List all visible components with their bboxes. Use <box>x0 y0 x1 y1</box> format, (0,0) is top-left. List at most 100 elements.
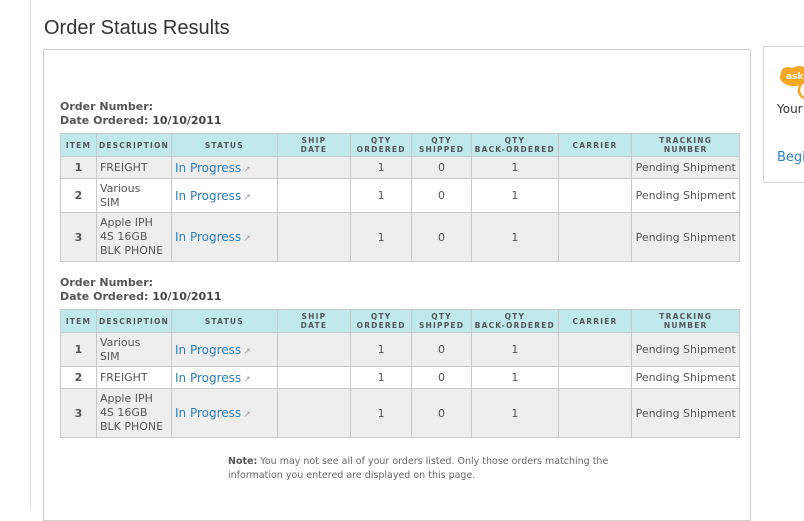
ask-sidebar-box: ask Your Begi <box>763 46 804 183</box>
qty-ordered: 1 <box>350 178 413 213</box>
description-line: SIM <box>99 195 120 209</box>
column-header-text: ITEM <box>65 316 92 326</box>
column-header-carrier: CARRIER <box>557 309 633 333</box>
item-description: FREIGHT <box>95 156 173 179</box>
column-header-text: DESCRIPTION <box>98 316 170 326</box>
qty-shipped: 0 <box>411 178 472 213</box>
column-header-text: SHIPPED <box>418 145 465 154</box>
date-ordered-label: Date Ordered: <box>60 290 149 303</box>
column-header-qty-shipped: QTY SHIPPED <box>411 133 472 157</box>
status-cell: In Progress ↗ <box>171 156 278 179</box>
external-link-icon: ↗ <box>243 346 251 357</box>
note-body: You may not see all of your orders liste… <box>228 456 609 481</box>
column-header-description: DESCRIPTION <box>95 309 173 333</box>
table-row: 1 FREIGHT In Progress ↗ 1 0 1 Pending Shipment <box>60 156 740 179</box>
description-line: SIM <box>99 349 120 363</box>
description-line: Apple IPH <box>99 216 153 229</box>
column-header-text: NUMBER <box>663 145 708 154</box>
qty-shipped: 0 <box>411 366 472 389</box>
column-header-text: TRACKING <box>659 312 713 321</box>
column-header-status: STATUS <box>171 309 278 333</box>
item-number: 3 <box>60 388 97 438</box>
table-row: 3 Apple IPH 4S 16GB BLK PHONE In Progress ↗ 1 0… <box>60 388 740 438</box>
item-description: Various SIM <box>95 332 173 367</box>
item-description: Apple IPH 4S 16GB BLK PHONE <box>95 212 173 262</box>
column-header-text: QTY <box>504 312 526 321</box>
description-line: BLK PHONE <box>99 420 164 433</box>
carrier <box>557 332 633 367</box>
qty-ordered: 1 <box>350 388 413 438</box>
external-link-icon: ↗ <box>243 410 251 420</box>
qty-back-ordered: 1 <box>471 332 559 367</box>
status-link[interactable]: In Progress <box>175 343 241 357</box>
item-number: 3 <box>60 212 97 262</box>
page-title: Order Status Results <box>44 17 230 39</box>
status-link[interactable]: In Progress <box>175 406 241 420</box>
column-header-text: STATUS <box>204 316 244 326</box>
item-number: 2 <box>60 366 97 389</box>
column-header-qty-back-ordered: QTY BACK-ORDERED <box>471 309 559 333</box>
order-block: Order Number: Date Ordered: 10/10/2011 ITE… <box>60 276 740 438</box>
description-line: FREIGHT <box>99 370 148 384</box>
column-header-text: SHIPPED <box>418 321 465 330</box>
table-row: 2 FREIGHT In Progress ↗ 1 0 1 Pending Shipment <box>60 366 740 389</box>
order-number-line: Order Number: <box>60 276 740 290</box>
status-cell: In Progress ↗ <box>171 332 278 367</box>
tracking-number: Pending Shipment <box>631 388 740 438</box>
carrier <box>557 388 633 438</box>
ship-date <box>276 212 352 262</box>
status-link[interactable]: In Progress <box>175 371 241 385</box>
status-link[interactable]: In Progress <box>175 161 241 175</box>
column-header-text: DATE <box>300 321 328 330</box>
carrier <box>557 366 633 389</box>
table-row: 3 Apple IPH 4S 16GB BLK PHONE In Progress ↗ 1 0… <box>60 212 740 262</box>
table-row: 1 Various SIM In Progress ↗ 1 0 1 Pending Shipme… <box>60 332 740 367</box>
order-meta: Order Number: Date Ordered: 10/10/2011 <box>60 276 740 304</box>
column-header-ship-date: SHIP DATE <box>276 133 352 157</box>
column-header-text: ITEM <box>65 140 92 150</box>
order-meta: Order Number: Date Ordered: 10/10/2011 <box>60 100 740 128</box>
column-header-qty-shipped: QTY SHIPPED <box>411 309 472 333</box>
tracking-number: Pending Shipment <box>631 178 740 213</box>
column-header-text: NUMBER <box>663 321 708 330</box>
order-number-line: Order Number: <box>60 100 740 114</box>
column-header-qty-ordered: QTY ORDERED <box>350 309 413 333</box>
qty-ordered: 1 <box>350 156 413 179</box>
note-label: Note: <box>228 456 258 467</box>
date-ordered-value: 10/10/2011 <box>152 290 222 303</box>
item-number: 1 <box>60 156 97 179</box>
column-header-text: BACK-ORDERED <box>474 145 555 154</box>
note-text: Note: You may not see all of your orders… <box>228 455 628 483</box>
qty-shipped: 0 <box>411 156 472 179</box>
qty-back-ordered: 1 <box>471 212 559 262</box>
date-ordered-value: 10/10/2011 <box>152 114 222 127</box>
date-ordered-line: Date Ordered: 10/10/2011 <box>60 290 740 304</box>
status-link[interactable]: In Progress <box>175 189 241 203</box>
order-number-label: Order Number: <box>60 276 154 289</box>
ship-date <box>276 156 352 179</box>
ask-arc-icon <box>797 80 804 100</box>
tracking-number: Pending Shipment <box>631 156 740 179</box>
ship-date <box>276 332 352 367</box>
external-link-icon: ↗ <box>243 234 251 244</box>
carrier <box>557 212 633 262</box>
column-header-tracking-number: TRACKING NUMBER <box>631 133 740 157</box>
item-description: Apple IPH 4S 16GB BLK PHONE <box>95 388 173 438</box>
column-header-text: TRACKING <box>659 136 713 145</box>
qty-shipped: 0 <box>411 332 472 367</box>
column-header-text: QTY <box>370 312 392 321</box>
qty-back-ordered: 1 <box>471 388 559 438</box>
ask-sidebar-link[interactable]: Begi <box>777 150 804 165</box>
ship-date <box>276 178 352 213</box>
status-link[interactable]: In Progress <box>175 230 241 244</box>
column-header-item: ITEM <box>60 133 97 157</box>
qty-shipped: 0 <box>411 388 472 438</box>
column-header-text: CARRIER <box>572 316 618 326</box>
column-header-text: BACK-ORDERED <box>474 321 555 330</box>
column-header-item: ITEM <box>60 309 97 333</box>
external-link-icon: ↗ <box>243 164 251 175</box>
description-line: 4S 16GB <box>99 230 148 243</box>
qty-ordered: 1 <box>350 332 413 367</box>
order-number-label: Order Number: <box>60 100 154 113</box>
column-header-text: SHIP <box>301 136 327 145</box>
